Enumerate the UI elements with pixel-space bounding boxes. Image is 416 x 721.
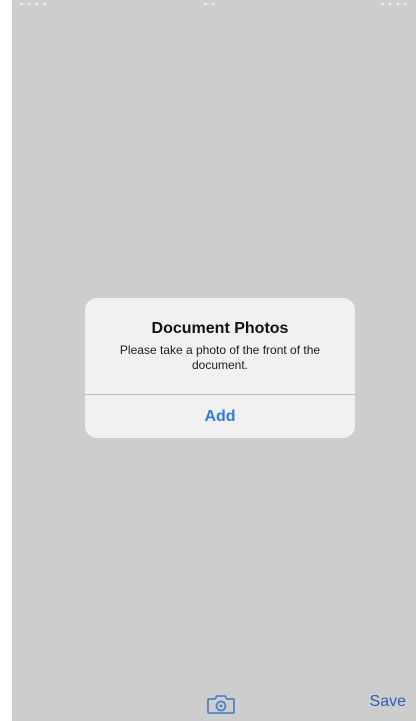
- status-right-text: • • • •: [380, 0, 408, 9]
- camera-button[interactable]: [206, 693, 236, 715]
- app-screen: • • • • • • • • • • Document Photos Plea…: [12, 0, 416, 721]
- status-left-text: • • • •: [20, 0, 48, 9]
- save-button[interactable]: Save: [370, 693, 406, 711]
- add-button[interactable]: Add: [85, 395, 355, 438]
- camera-icon: [207, 695, 235, 714]
- status-bar: • • • • • • • • • •: [12, 0, 416, 10]
- dialog-title: Document Photos: [151, 320, 289, 337]
- status-center-text: • •: [204, 0, 216, 9]
- dialog-message: Please take a photo of the front of the …: [119, 343, 321, 372]
- document-photos-dialog: Document Photos Please take a photo of t…: [85, 298, 355, 438]
